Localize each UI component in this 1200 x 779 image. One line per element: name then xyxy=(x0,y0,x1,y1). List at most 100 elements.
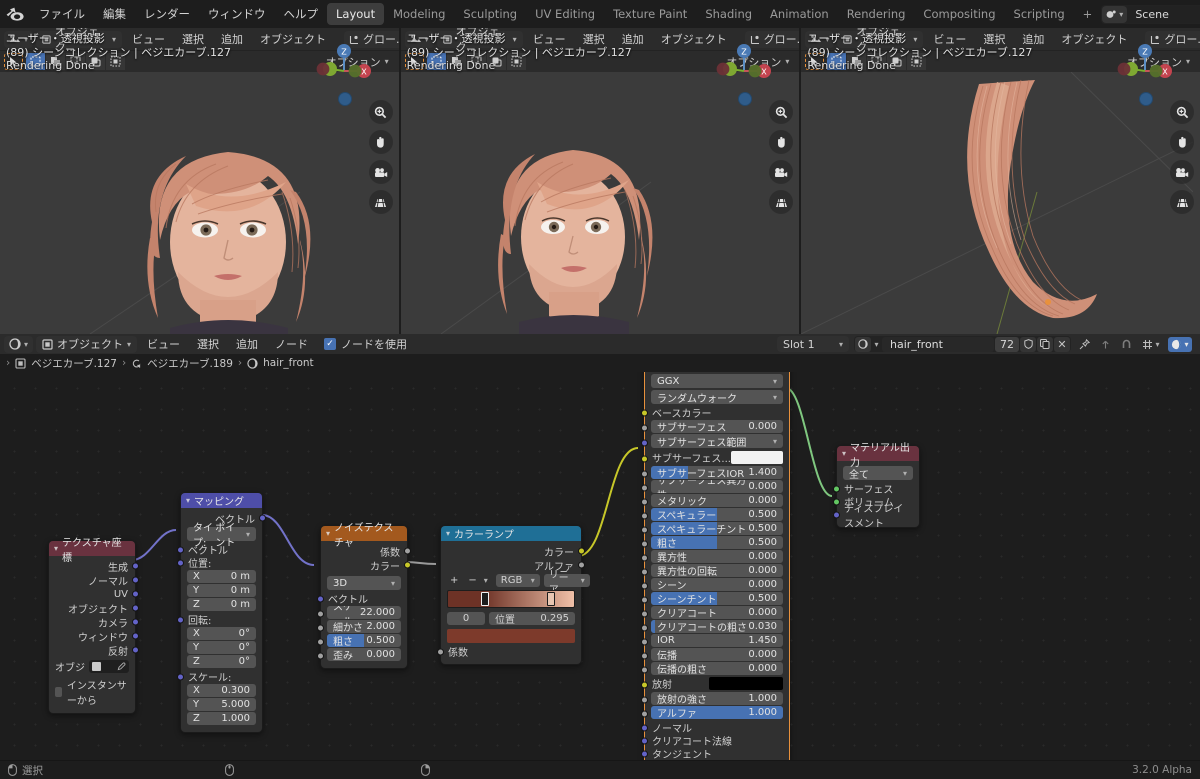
output-socket[interactable] xyxy=(132,618,139,626)
input-socket[interactable] xyxy=(317,652,324,660)
transmission-roughness-field[interactable]: 伝播の粗さ 0.000 xyxy=(651,662,783,675)
add-workspace-button[interactable]: + xyxy=(1074,3,1102,25)
anisotropic-rotation-field[interactable]: 異方性の回転 0.000 xyxy=(651,564,783,577)
shader-menu-node[interactable]: ノード xyxy=(268,334,315,354)
node-mapping[interactable]: ▾ マッピング ベクトル タイプ: ポイント ▾ ベクトル 位置: X0 m Y… xyxy=(177,492,266,733)
roughness-field[interactable]: 粗さ 0.500 xyxy=(651,536,783,549)
bsdf-row-subsurface-ior[interactable]: サブサーフェスIOR 1.400 xyxy=(641,466,789,479)
menu-window[interactable]: ウィンドウ xyxy=(199,3,275,25)
node-principled-bsdf[interactable]: BSDF GGX▾ ランダムウォーク▾ ベースカラー サブサーフェス0.000 … xyxy=(641,372,790,760)
input-socket[interactable] xyxy=(177,616,184,623)
detail-field[interactable]: 細かさ 2.000 xyxy=(327,620,401,633)
input-socket[interactable] xyxy=(833,485,840,492)
colorramp-menu-icon[interactable]: ▾ xyxy=(484,576,488,585)
input-socket[interactable] xyxy=(641,439,648,447)
input-socket[interactable] xyxy=(641,470,648,478)
input-socket[interactable] xyxy=(317,610,324,618)
material-name[interactable]: hair_front xyxy=(882,336,994,352)
node-canvas[interactable]: ▾ テクスチャ座標 生成 ノーマル UV オブジェクト カメラ ウィンドウ 反射… xyxy=(0,372,1200,760)
shield-icon[interactable] xyxy=(1020,336,1036,352)
bsdf-row-specular[interactable]: スペキュラー 0.500 xyxy=(641,508,789,521)
alpha-field[interactable]: アルファ 1.000 xyxy=(651,706,783,719)
specular-field[interactable]: スペキュラー 0.500 xyxy=(651,508,783,521)
output-socket[interactable] xyxy=(404,547,411,555)
roughness-field[interactable]: 粗さ 0.500 xyxy=(327,634,401,647)
use-nodes-toggle[interactable]: ✓ ノードを使用 xyxy=(324,336,407,352)
workspace-tab-rendering[interactable]: Rendering xyxy=(838,3,915,25)
input-socket[interactable] xyxy=(641,638,648,646)
zoom-icon[interactable] xyxy=(769,100,794,124)
workspace-tab-scripting[interactable]: Scripting xyxy=(1005,3,1074,25)
noise-dimension-selector[interactable]: 3D ▾ xyxy=(327,576,401,590)
bsdf-row-emission[interactable]: 放射 xyxy=(641,676,789,691)
menu-render[interactable]: レンダー xyxy=(135,3,199,25)
bsdf-row-transmission-roughness[interactable]: 伝播の粗さ 0.000 xyxy=(641,662,789,675)
input-socket[interactable] xyxy=(177,559,184,566)
bsdf-row-emission-strength[interactable]: 放射の強さ 1.000 xyxy=(641,692,789,705)
stop-color-swatch[interactable] xyxy=(447,629,575,643)
socket-row-color-out[interactable]: カラー xyxy=(441,544,585,559)
node-noise-texture-header[interactable]: ▾ ノイズテクスチャ xyxy=(321,523,407,549)
colorramp-stop-handle[interactable] xyxy=(547,592,556,606)
breadcrumb-object-label[interactable]: ベジエカーブ.127 xyxy=(31,356,117,371)
distortion-field[interactable]: 歪み 0.000 xyxy=(327,648,401,661)
sheen-tint-field[interactable]: シーンチント 0.500 xyxy=(651,592,783,605)
input-socket[interactable] xyxy=(641,568,648,576)
output-socket[interactable] xyxy=(132,562,139,570)
node-mapping-header[interactable]: ▾ マッピング xyxy=(181,493,262,508)
clearcoat-field[interactable]: クリアコート 0.000 xyxy=(651,606,783,619)
bsdf-row-anisotropic[interactable]: 異方性 0.000 xyxy=(641,550,789,563)
workspace-tab-uv-editing[interactable]: UV Editing xyxy=(526,3,604,25)
node-color-ramp-header[interactable]: ▾ カラーランプ xyxy=(441,526,581,541)
material-preview-icon[interactable]: ▾ xyxy=(1168,336,1192,352)
scene-icon[interactable]: ▾ xyxy=(1102,5,1128,23)
socket-row-displacement[interactable]: ディスプレイスメント xyxy=(833,504,919,530)
object-field-row[interactable]: オブジ xyxy=(49,657,135,674)
subsurface-field[interactable]: サブサーフェス 0.000 xyxy=(651,420,783,433)
bsdf-row-clearcoat-roughness[interactable]: クリアコートの粗さ 0.030 xyxy=(641,620,789,633)
menu-file[interactable]: ファイル xyxy=(30,3,94,25)
workspace-tab-sculpting[interactable]: Sculpting xyxy=(454,3,526,25)
viewport-2[interactable]: ▾ オブジェク... ▾ ビュー 選択 追加 オブジェクト グロー... ▾ xyxy=(400,28,800,334)
input-socket[interactable] xyxy=(641,696,648,704)
menu-help[interactable]: ヘルプ xyxy=(275,3,328,25)
bsdf-row-subsurface-radius[interactable]: サブサーフェス範囲 ▾ xyxy=(641,434,789,449)
workspace-tab-layout[interactable]: Layout xyxy=(327,3,385,25)
input-socket[interactable] xyxy=(641,498,648,506)
input-socket[interactable] xyxy=(641,512,648,520)
ior-field[interactable]: IOR 1.450 xyxy=(651,634,783,647)
mapping-type-selector[interactable]: タイプ: ポイント ▾ xyxy=(187,523,256,549)
input-socket[interactable] xyxy=(641,624,648,632)
stop-position-field[interactable]: 位置 0.295 xyxy=(489,612,575,626)
output-socket[interactable] xyxy=(259,514,266,522)
input-socket[interactable] xyxy=(641,737,648,744)
input-socket[interactable] xyxy=(437,648,444,655)
output-socket[interactable] xyxy=(132,590,139,598)
subsurface-anisotropy-field[interactable]: サブサーフェス異方性0.000 xyxy=(651,480,783,493)
bsdf-row-ior[interactable]: IOR 1.450 xyxy=(641,634,789,647)
material-slot-selector[interactable]: Slot 1 ▾ xyxy=(777,336,849,352)
breadcrumb-modifier-label[interactable]: ベジエカーブ.189 xyxy=(147,356,233,371)
camera-view-icon[interactable] xyxy=(769,160,794,184)
pan-hand-icon[interactable] xyxy=(1170,130,1195,154)
snap-back-icon[interactable] xyxy=(1097,337,1113,352)
socket-row-generated[interactable]: 生成 xyxy=(49,559,139,574)
material-users-count[interactable]: 72 xyxy=(995,336,1019,352)
stop-index-field[interactable]: 0 xyxy=(447,612,485,625)
interpolation-selector[interactable]: リニア▾ xyxy=(543,570,590,596)
workspace-tab-modeling[interactable]: Modeling xyxy=(384,3,454,25)
color-mode-selector[interactable]: RGB ▾ xyxy=(495,574,540,587)
node-material-output[interactable]: ▾ マテリアル出力 全て ▾ サーフェス ボリューム ディスプレイスメント xyxy=(833,443,920,530)
input-socket[interactable] xyxy=(177,673,184,680)
bsdf-row-tangent[interactable]: タンジェント xyxy=(641,747,789,760)
subsurface-radius-field[interactable]: サブサーフェス範囲 ▾ xyxy=(651,434,783,449)
viewport-1-camera-dot-icon[interactable] xyxy=(337,92,352,106)
viewport-1-nav-buttons[interactable] xyxy=(368,100,393,214)
input-socket[interactable] xyxy=(641,540,648,548)
ortho-grid-icon[interactable] xyxy=(769,190,794,214)
input-socket[interactable] xyxy=(317,595,324,602)
input-socket[interactable] xyxy=(641,652,648,660)
colorramp-gradient-widget[interactable] xyxy=(447,590,575,608)
distribution-selector[interactable]: GGX ▾ xyxy=(651,374,783,388)
output-socket[interactable] xyxy=(132,604,139,612)
